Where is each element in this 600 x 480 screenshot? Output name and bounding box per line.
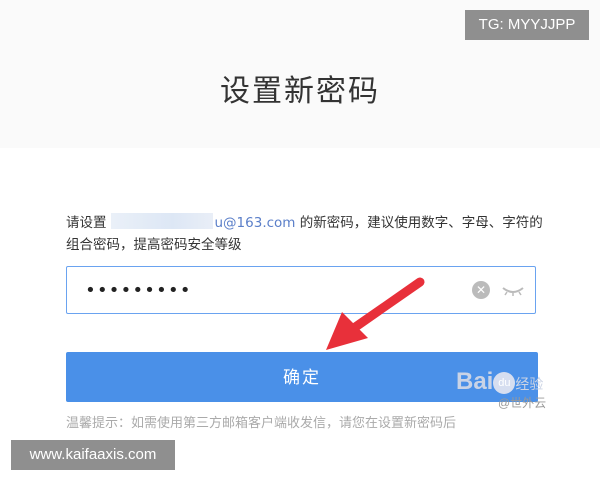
clear-icon[interactable]: ✕ [472,281,490,299]
blurred-email-local-part [110,213,213,229]
red-arrow-annotation [326,277,425,350]
password-value: ••••••••• [85,280,192,301]
instruction-text: 请设置 u@163.com 的新密码，建议使用数字、字母、字符的组合密码，提高密码… [66,212,556,256]
instruction-prefix: 请设置 [66,215,107,231]
baidu-suffix: 经验 [515,376,544,392]
email-domain: u@163.com [214,215,296,231]
eye-closed-icon[interactable] [501,283,525,297]
baidu-author: @世外云 [498,396,547,410]
tg-watermark-badge: TG: MYYJJPP [465,10,589,40]
baidu-paw-icon: du [493,372,516,394]
page-title: 设置新密码 [220,74,380,109]
baidu-brand: Bai [456,368,494,395]
tip-text: 温馨提示：如需使用第三方邮箱客户端收发信，请您在设置新密码后 [66,416,457,430]
new-password-input[interactable]: ••••••••• ✕ [66,266,536,314]
site-watermark-badge: www.kaifaaxis.com [11,440,175,470]
baidu-watermark: Bai du 经验 @世外云 [456,368,546,411]
